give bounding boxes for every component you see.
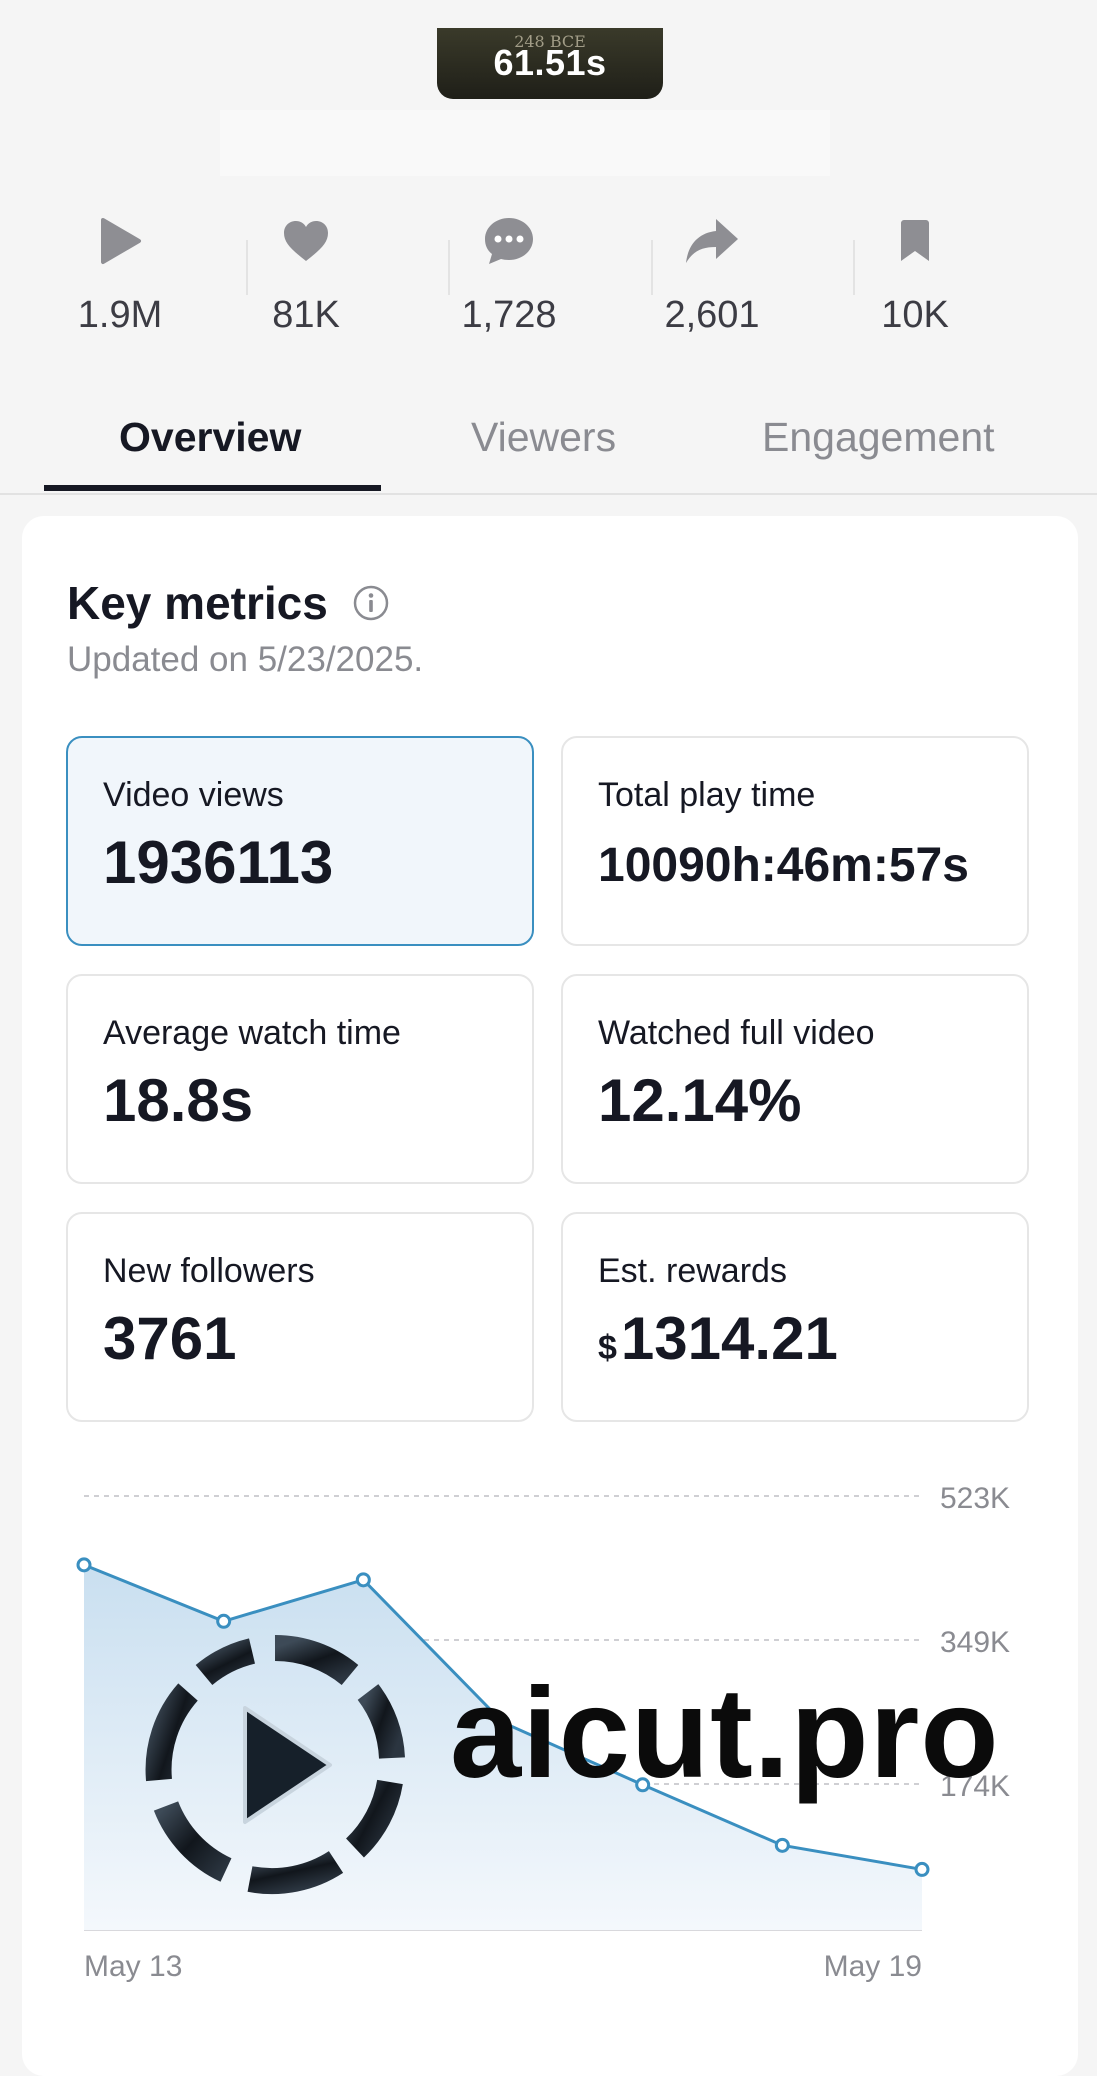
chart-data-point — [216, 1613, 232, 1629]
aicut-logo-icon — [140, 1630, 410, 1905]
chart-data-point — [774, 1837, 790, 1853]
chart-data-point — [355, 1572, 371, 1588]
chart-data-point — [76, 1557, 92, 1573]
chart-data-point — [914, 1861, 930, 1877]
watermark-text: aicut.pro — [450, 1662, 1000, 1805]
y-tick-label: 523K — [940, 1482, 1010, 1515]
x-tick-label: May 19 — [824, 1950, 922, 1983]
x-tick-label: May 13 — [84, 1950, 182, 1983]
y-tick-label: 349K — [940, 1626, 1010, 1659]
